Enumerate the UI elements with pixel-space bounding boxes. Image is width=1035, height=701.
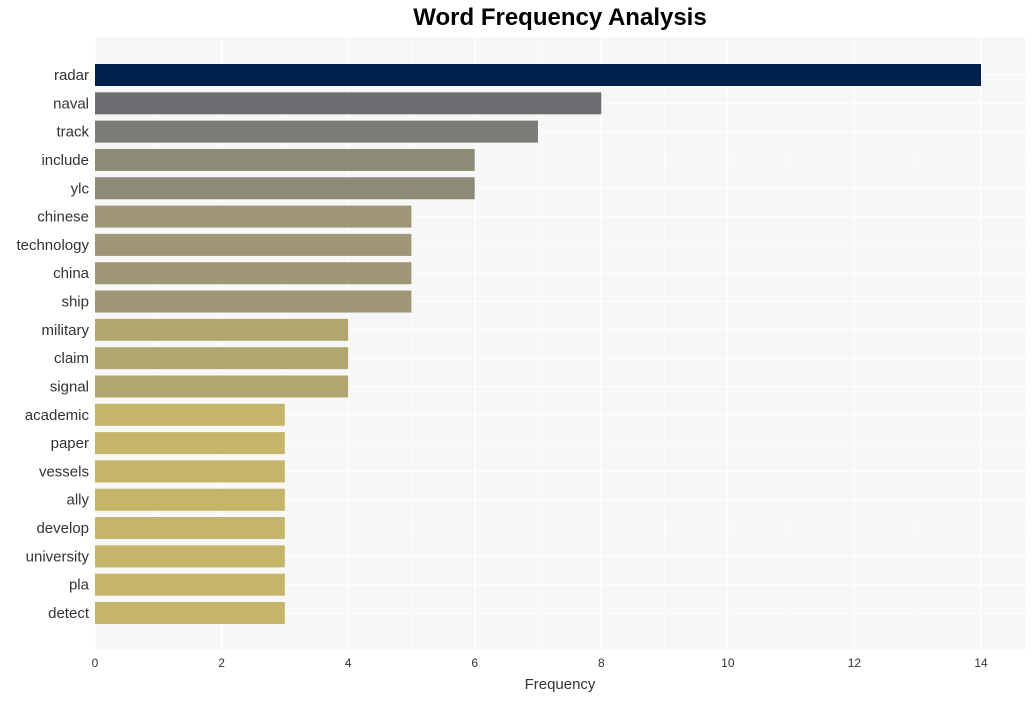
y-tick-label: ship xyxy=(61,294,89,311)
bar-develop xyxy=(95,517,285,540)
bar-ship xyxy=(95,290,412,313)
x-tick-label: 10 xyxy=(721,656,735,670)
bar-pla xyxy=(95,573,285,596)
y-tick-label: track xyxy=(56,124,89,141)
bar-ally xyxy=(95,488,285,511)
bar-paper xyxy=(95,432,285,455)
y-tick-label: include xyxy=(41,152,89,169)
bar-naval xyxy=(95,92,602,115)
bar-academic xyxy=(95,403,285,426)
x-tick-label: 12 xyxy=(848,656,862,670)
y-tick-label: naval xyxy=(53,95,89,112)
bar-chart: radar naval track include ylc chinese technolo… xyxy=(16,37,1025,693)
y-tick-label: chinese xyxy=(37,209,89,226)
bar-ylc xyxy=(95,177,475,200)
y-tick-label: ylc xyxy=(71,180,90,197)
y-axis-labels: radar naval track include ylc chinese technolo… xyxy=(16,67,89,622)
x-tick-label: 2 xyxy=(218,656,225,670)
x-tick-label: 0 xyxy=(92,656,99,670)
x-axis-ticks: 0 2 4 6 8 10 12 14 xyxy=(92,656,988,670)
y-tick-label: pla xyxy=(69,577,90,594)
y-tick-label: academic xyxy=(25,407,90,424)
y-tick-label: radar xyxy=(54,67,89,84)
x-tick-label: 14 xyxy=(974,656,988,670)
bar-vessels xyxy=(95,460,285,483)
bar-track xyxy=(95,120,538,143)
x-tick-label: 6 xyxy=(471,656,478,670)
y-tick-label: detect xyxy=(48,605,90,622)
x-tick-label: 8 xyxy=(598,656,605,670)
y-tick-label: paper xyxy=(51,435,89,452)
bar-radar xyxy=(95,64,981,86)
bar-university xyxy=(95,545,285,568)
bar-detect xyxy=(95,602,285,624)
bar-china xyxy=(95,262,412,285)
x-tick-label: 4 xyxy=(345,656,352,670)
bar-claim xyxy=(95,347,349,370)
y-tick-label: vessels xyxy=(39,463,89,480)
y-tick-label: technology xyxy=(16,237,89,254)
bar-chinese xyxy=(95,205,412,228)
y-tick-label: claim xyxy=(54,350,89,367)
bar-technology xyxy=(95,233,412,256)
y-tick-label: military xyxy=(42,322,90,339)
y-tick-label: signal xyxy=(50,378,89,395)
y-tick-label: develop xyxy=(36,520,89,537)
y-tick-label: china xyxy=(53,265,90,282)
bar-include xyxy=(95,148,475,171)
y-tick-label: ally xyxy=(66,492,89,509)
bar-signal xyxy=(95,375,349,398)
y-tick-label: university xyxy=(26,548,90,565)
x-axis-label: Frequency xyxy=(525,676,596,693)
bar-military xyxy=(95,318,349,341)
